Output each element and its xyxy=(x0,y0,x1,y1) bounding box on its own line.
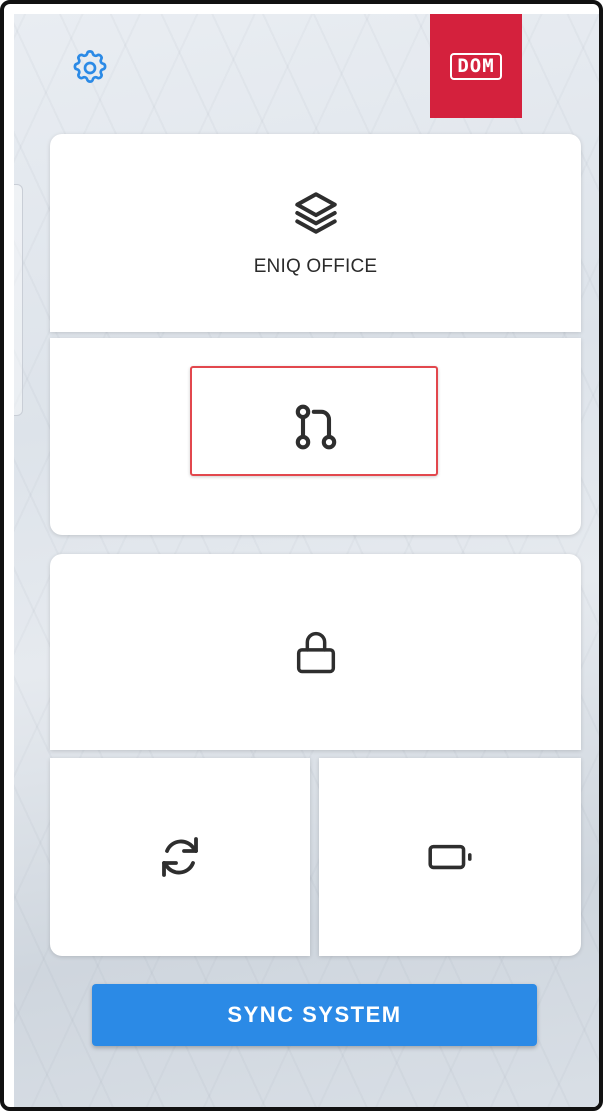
eniq-office-label: ENIQ OFFICE xyxy=(253,256,378,277)
app-screen: DOM ENIQ OFFICE SYNC SYSTEM xyxy=(14,14,599,1107)
lock-tile[interactable] xyxy=(50,554,581,750)
eniq-office-tile[interactable]: ENIQ OFFICE xyxy=(50,134,581,332)
layers-icon xyxy=(291,188,341,238)
git-branch-tile[interactable] xyxy=(50,338,581,535)
highlight-box xyxy=(190,366,438,476)
side-drawer-handle[interactable] xyxy=(14,184,23,416)
gear-icon xyxy=(70,48,110,88)
settings-button[interactable] xyxy=(64,42,116,94)
battery-tile[interactable] xyxy=(319,758,581,956)
lock-icon xyxy=(290,626,342,678)
brand-logo: DOM xyxy=(430,14,522,118)
refresh-tile[interactable] xyxy=(50,758,310,956)
refresh-icon xyxy=(156,833,204,881)
brand-logo-text: DOM xyxy=(450,52,502,80)
battery-icon xyxy=(425,832,475,882)
sync-system-button[interactable]: SYNC SYSTEM xyxy=(92,984,537,1046)
device-frame: DOM ENIQ OFFICE SYNC SYSTEM xyxy=(0,0,603,1111)
